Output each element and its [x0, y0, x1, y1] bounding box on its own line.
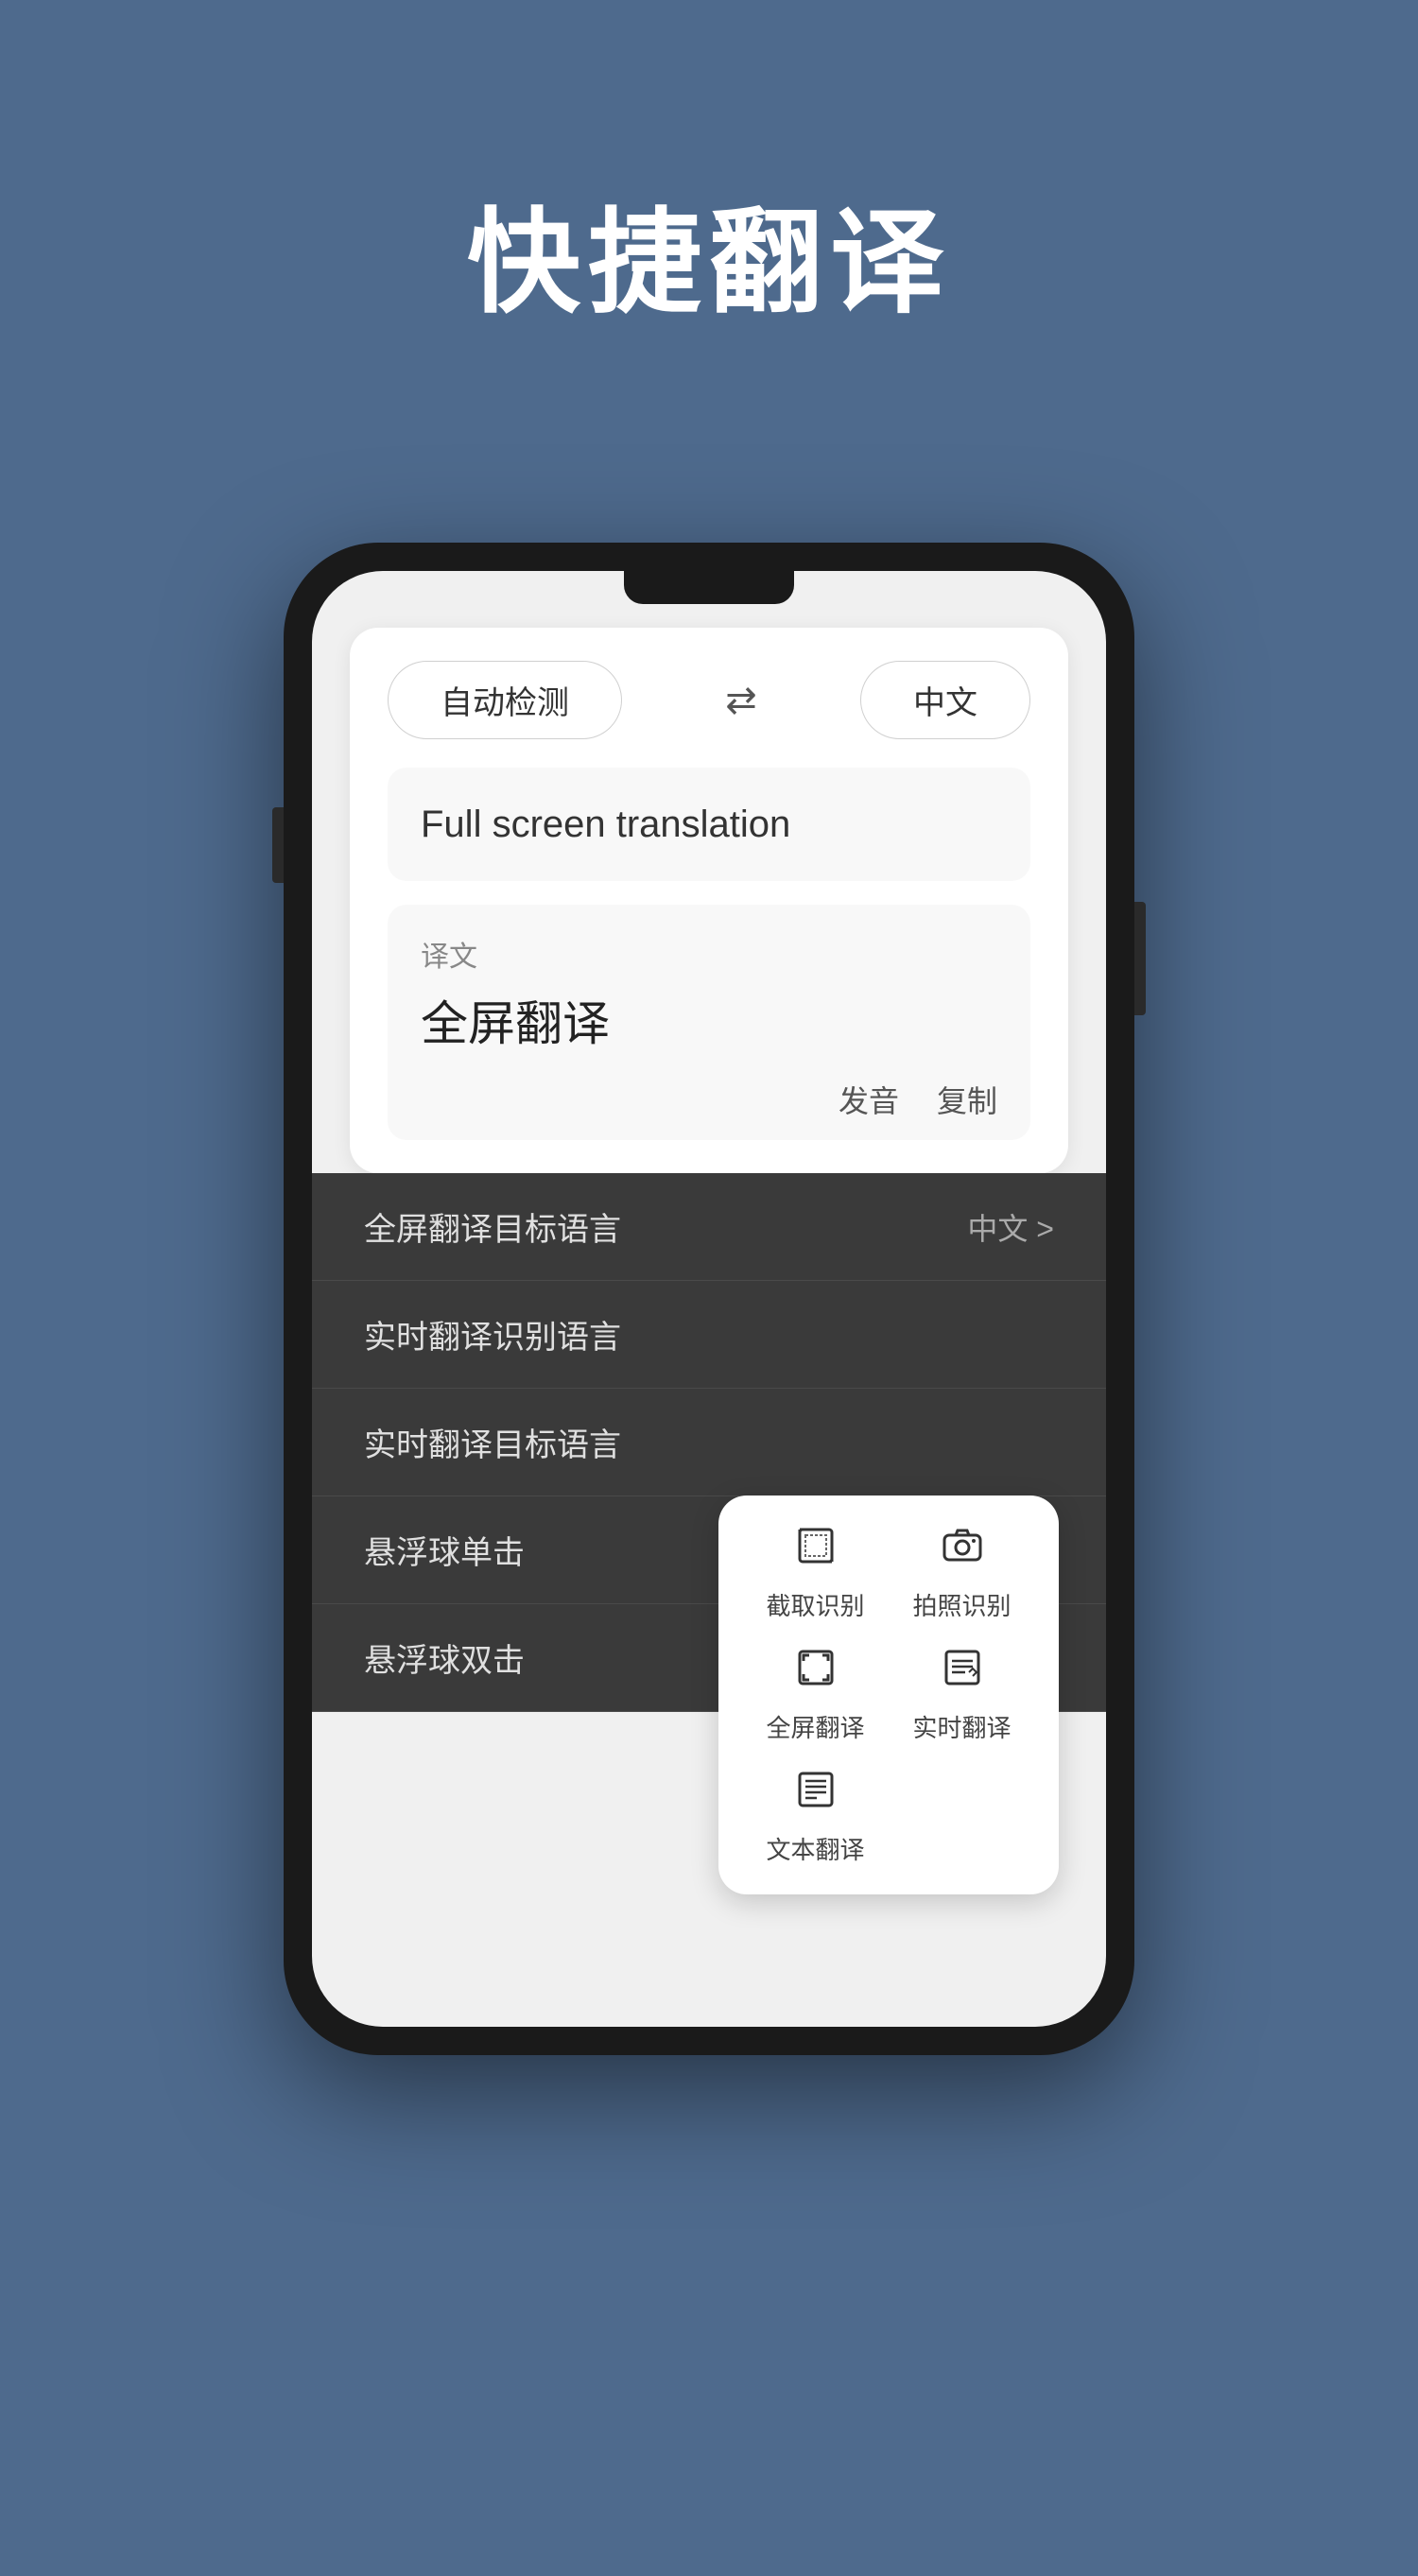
fullscreen-icon	[794, 1646, 838, 1700]
translation-result-actions: 发音 复制	[421, 1078, 997, 1121]
text-icon	[794, 1768, 838, 1822]
settings-label-float-double: 悬浮球双击	[364, 1634, 525, 1681]
translation-input-text: Full screen translation	[421, 804, 790, 845]
translation-result-text: 全屏翻译	[421, 986, 997, 1054]
page-title: 快捷翻译	[467, 170, 951, 335]
settings-row-realtime-target[interactable]: 实时翻译目标语言	[312, 1389, 1106, 1496]
quick-actions-grid: 截取识别 拍照识别	[752, 1524, 1026, 1866]
camera-icon	[941, 1524, 984, 1578]
settings-value-fullscreen-target: 中文 >	[967, 1205, 1054, 1249]
translation-input-box[interactable]: Full screen translation	[388, 768, 1030, 881]
settings-row-fullscreen-target[interactable]: 全屏翻译目标语言 中文 >	[312, 1173, 1106, 1281]
translation-card: 自动检测 ⇄ 中文 Full screen translation 译文 全屏翻…	[350, 628, 1068, 1173]
swap-language-icon[interactable]: ⇄	[725, 679, 757, 722]
realtime-icon	[941, 1646, 984, 1700]
settings-label-realtime-source: 实时翻译识别语言	[364, 1311, 621, 1357]
quick-action-camera[interactable]: 拍照识别	[898, 1524, 1026, 1622]
translation-result-box: 译文 全屏翻译 发音 复制	[388, 905, 1030, 1140]
phone-notch	[624, 571, 794, 604]
quick-action-crop-label: 截取识别	[766, 1587, 864, 1622]
quick-action-crop[interactable]: 截取识别	[752, 1524, 879, 1622]
phone-button-right	[1134, 902, 1146, 1015]
phone-mockup: 自动检测 ⇄ 中文 Full screen translation 译文 全屏翻…	[284, 543, 1134, 2055]
quick-action-text-label: 文本翻译	[766, 1831, 864, 1866]
language-selector-row: 自动检测 ⇄ 中文	[388, 661, 1030, 739]
quick-action-realtime[interactable]: 实时翻译	[898, 1646, 1026, 1744]
quick-action-realtime-label: 实时翻译	[912, 1709, 1011, 1744]
quick-actions-panel: 截取识别 拍照识别	[718, 1495, 1059, 1894]
quick-action-fullscreen-label: 全屏翻译	[766, 1709, 864, 1744]
pronounce-button[interactable]: 发音	[839, 1078, 899, 1121]
quick-action-camera-label: 拍照识别	[912, 1587, 1011, 1622]
copy-button[interactable]: 复制	[937, 1078, 997, 1121]
settings-label-realtime-target: 实时翻译目标语言	[364, 1419, 621, 1465]
settings-label-fullscreen-target: 全屏翻译目标语言	[364, 1203, 621, 1250]
settings-label-float-single: 悬浮球单击	[364, 1527, 525, 1573]
settings-row-realtime-source[interactable]: 实时翻译识别语言	[312, 1281, 1106, 1389]
phone-button-left	[272, 807, 284, 883]
source-language-button[interactable]: 自动检测	[388, 661, 622, 739]
translation-result-label: 译文	[421, 933, 997, 975]
quick-action-fullscreen[interactable]: 全屏翻译	[752, 1646, 879, 1744]
quick-action-text[interactable]: 文本翻译	[752, 1768, 879, 1866]
target-language-button[interactable]: 中文	[860, 661, 1030, 739]
crop-icon	[794, 1524, 838, 1578]
